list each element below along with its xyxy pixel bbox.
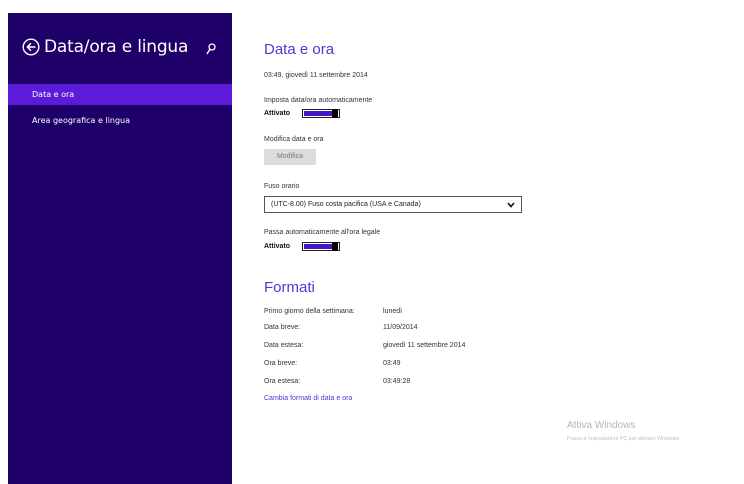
auto-time-state: Attivato: [264, 110, 291, 117]
format-label: Ora breve:: [264, 360, 298, 367]
sidebar: Data/ora e lingua Data e ora Area geogra…: [8, 13, 232, 484]
sidebar-title: Data/ora e lingua: [44, 37, 189, 57]
toggle-fill: [304, 244, 333, 249]
format-value: 03:49:28: [383, 378, 411, 385]
dst-label: Passa automaticamente all'ora legale: [264, 229, 381, 236]
search-icon[interactable]: [206, 43, 216, 55]
format-value: giovedì 11 settembre 2014: [383, 342, 466, 349]
toggle-knob: [332, 242, 338, 251]
auto-time-toggle[interactable]: [302, 109, 340, 118]
timezone-value: (UTC-8.00) Fuso costa pacifica (USA e Ca…: [271, 201, 421, 208]
section-title-formati: Formati: [264, 279, 315, 296]
change-formats-link[interactable]: Cambia formati di data e ora: [264, 395, 352, 402]
format-value: 11/09/2014: [383, 324, 418, 331]
dst-toggle[interactable]: [302, 242, 340, 251]
sidebar-item-area-geografica[interactable]: Area geografica e lingua: [8, 110, 232, 131]
change-datetime-label: Modifica data e ora: [264, 136, 324, 143]
back-icon[interactable]: [22, 38, 40, 56]
section-title-data-ora: Data e ora: [264, 41, 335, 58]
format-label: Primo giorno della settimana:: [264, 308, 355, 315]
activation-watermark-title: Attiva Windows: [567, 420, 636, 431]
format-label: Data estesa:: [264, 342, 304, 349]
format-value: lunedì: [383, 308, 403, 315]
toggle-fill: [304, 111, 333, 116]
modifica-button[interactable]: Modifica: [264, 149, 316, 165]
toggle-knob: [332, 109, 338, 118]
dst-state: Attivato: [264, 243, 291, 250]
format-label: Ora estesa:: [264, 378, 301, 385]
chevron-down-icon: [507, 202, 515, 208]
sidebar-header: Data/ora e lingua: [22, 37, 188, 57]
current-datetime: 03:49, giovedì 11 settembre 2014: [264, 72, 368, 79]
activation-watermark-text: Passa a Impostazioni PC per attivare Win…: [567, 436, 681, 442]
sidebar-item-data-e-ora[interactable]: Data e ora: [8, 84, 232, 105]
timezone-label: Fuso orario: [264, 183, 300, 190]
auto-time-label: Imposta data/ora automaticamente: [264, 97, 373, 104]
format-value: 03:49: [383, 360, 401, 367]
timezone-select[interactable]: (UTC-8.00) Fuso costa pacifica (USA e Ca…: [264, 196, 522, 213]
format-label: Data breve:: [264, 324, 301, 331]
